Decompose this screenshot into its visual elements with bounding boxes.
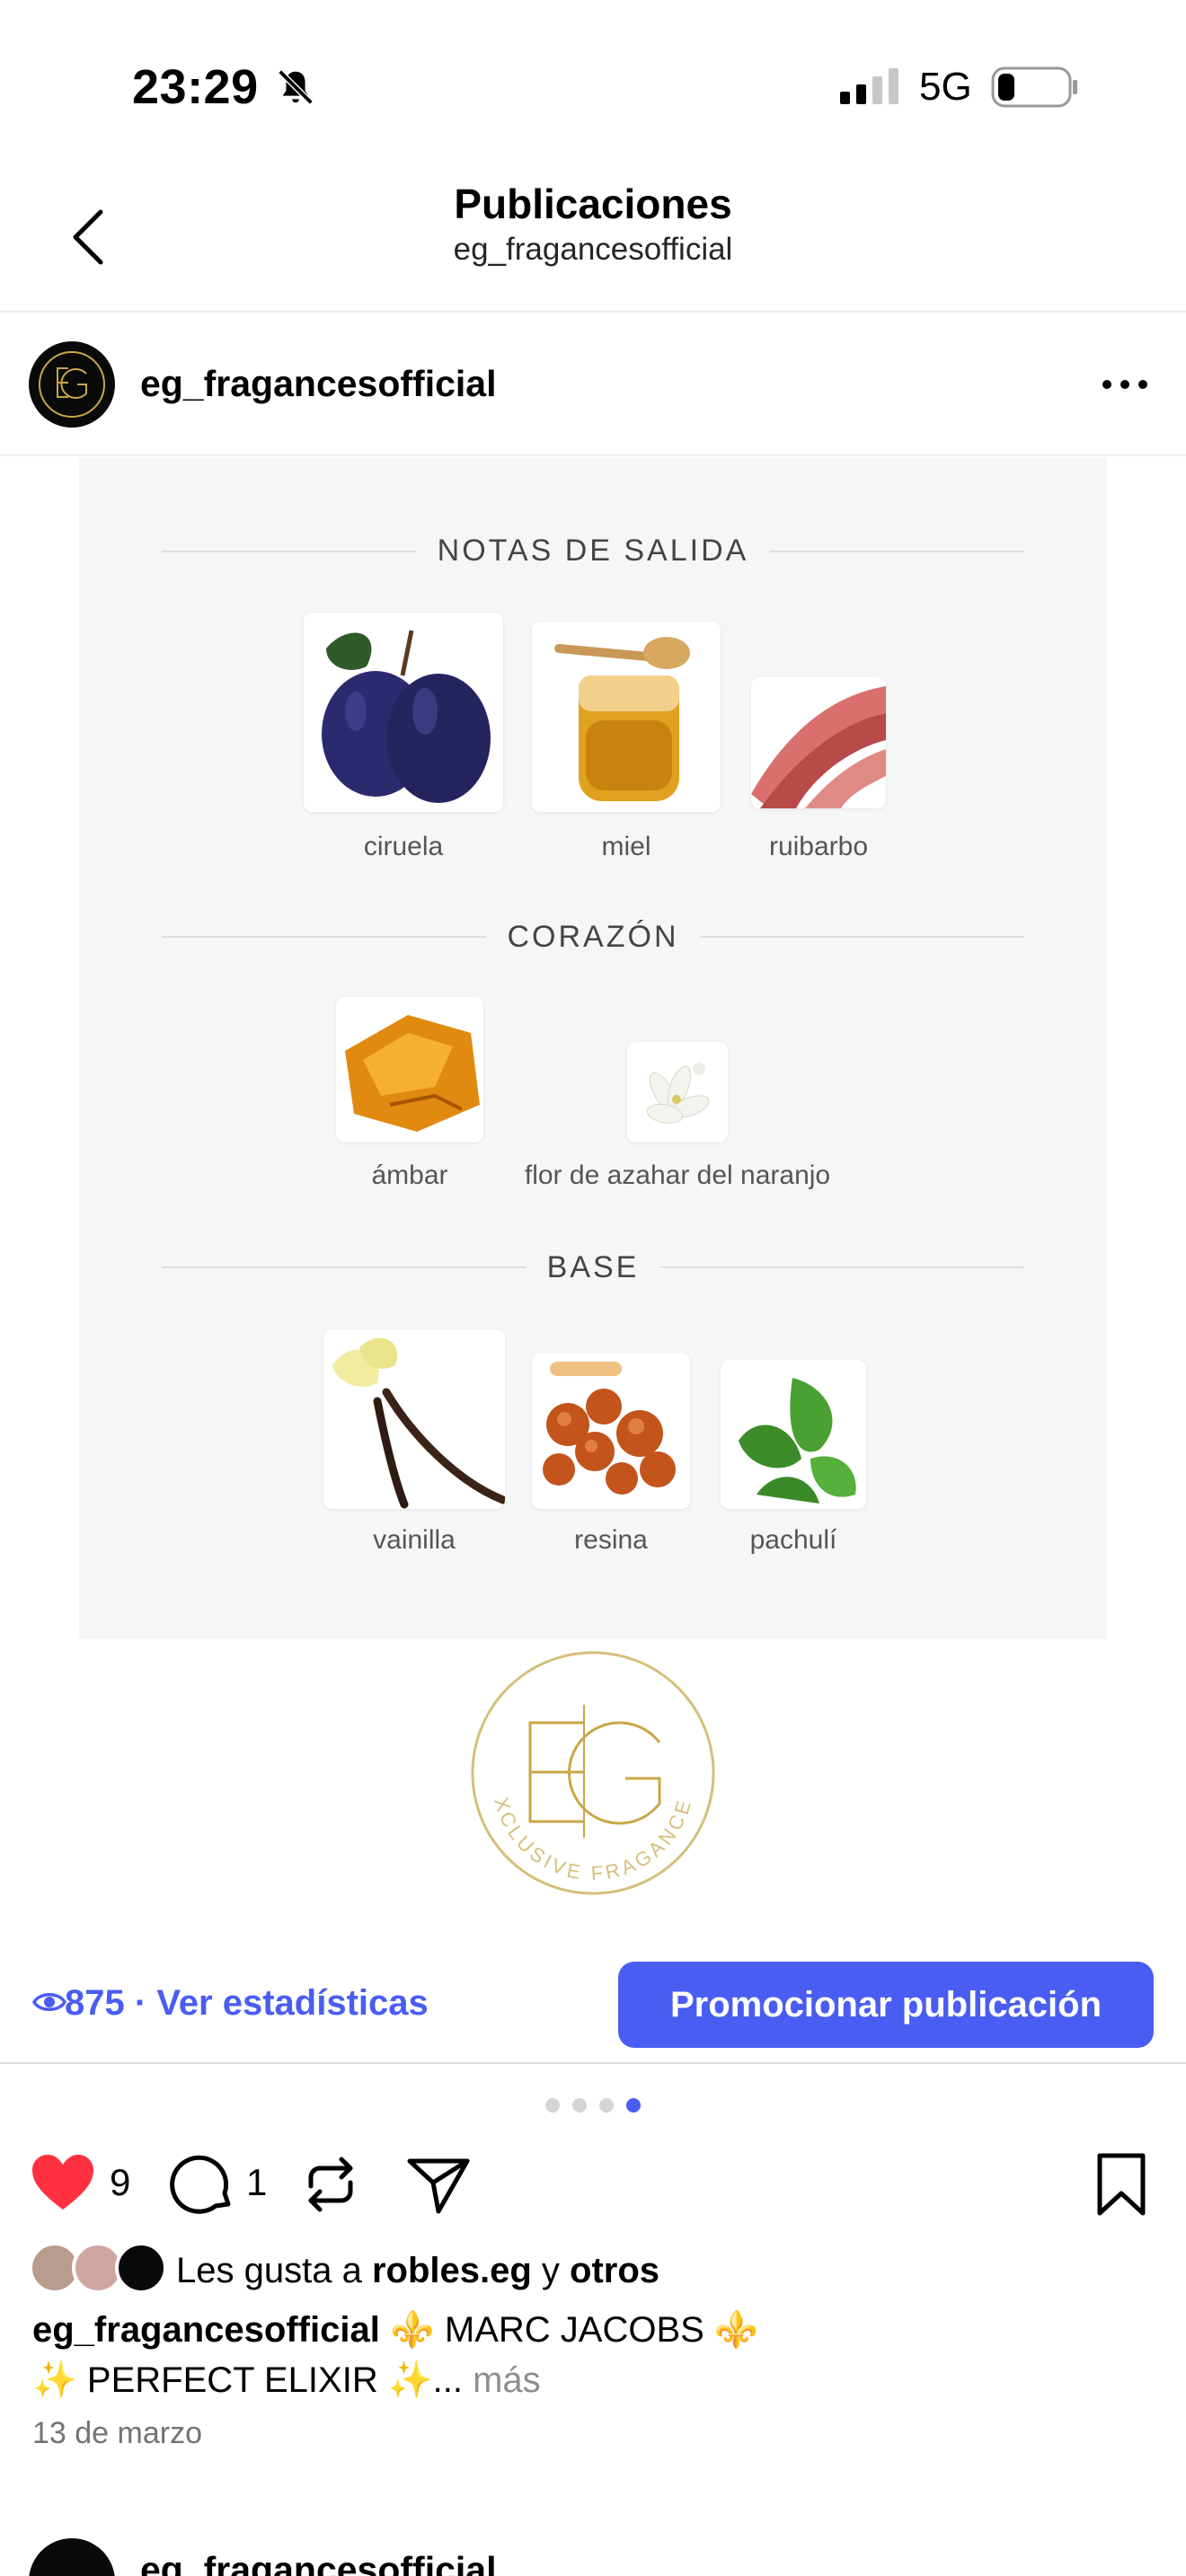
carousel-dot-active bbox=[626, 2098, 641, 2113]
bell-slash-icon bbox=[278, 69, 314, 105]
liker-avatar bbox=[115, 2242, 167, 2294]
note-label: ciruela bbox=[363, 832, 444, 861]
eg-brand-logo: EXCLUSIVE FRAGANCES bbox=[465, 1645, 715, 1895]
section-title: BASE bbox=[79, 1250, 1107, 1285]
post-caption[interactable]: eg_fragancesofficial ⚜️ MARC JACOBS ⚜️ ✨… bbox=[32, 2305, 1155, 2405]
status-time: 23:29 bbox=[132, 60, 259, 114]
post-username[interactable]: eg_fragancesofficial bbox=[140, 363, 497, 405]
note-label: miel bbox=[601, 832, 651, 861]
note-label: flor de azahar del naranjo bbox=[524, 1160, 831, 1190]
carousel-indicator bbox=[0, 2098, 1186, 2116]
bookmark-icon[interactable] bbox=[1087, 2150, 1155, 2219]
section-title: NOTAS DE SALIDA bbox=[79, 534, 1107, 569]
section-title: CORAZÓN bbox=[79, 920, 1107, 955]
heart-icon[interactable] bbox=[29, 2150, 97, 2219]
likes-row[interactable]: Les gusta a robles.eg y otros bbox=[29, 2240, 1152, 2303]
likes-text[interactable]: Les gusta a robles.eg y otros bbox=[176, 2251, 659, 2291]
more-options-icon[interactable]: ••• bbox=[1102, 2565, 1150, 2576]
post-date: 13 de marzo bbox=[32, 2416, 202, 2450]
signal-icon bbox=[840, 68, 898, 104]
eg-logo-icon bbox=[39, 351, 105, 418]
next-post-header: eg_fragancesofficial ••• bbox=[0, 2533, 1186, 2576]
note-image-ambar bbox=[336, 997, 483, 1142]
comment-icon[interactable] bbox=[169, 2150, 237, 2219]
avatar[interactable] bbox=[29, 341, 115, 428]
eye-icon bbox=[32, 1993, 66, 2011]
note-image-vainilla bbox=[323, 1329, 505, 1509]
post-username[interactable]: eg_fragancesofficial bbox=[140, 2549, 497, 2576]
nav-header: Publicaciones eg_fragancesofficial bbox=[0, 171, 1186, 313]
status-bar: 23:29 5G bbox=[0, 0, 1186, 171]
avatar[interactable] bbox=[29, 2538, 115, 2576]
page-title: Publicaciones bbox=[454, 181, 732, 227]
post-actions: 9 1 bbox=[0, 2145, 1186, 2235]
stats-row: 875 · Ver estadísticas Promocionar publi… bbox=[0, 1940, 1186, 2064]
note-image-azahar bbox=[627, 1042, 728, 1142]
notes-card: NOTAS DE SALIDA ciruela miel ruibarbo CO… bbox=[79, 458, 1107, 1639]
note-label: vainilla bbox=[373, 1525, 456, 1555]
likes-count[interactable]: 9 bbox=[110, 2161, 130, 2204]
note-image-ruibarbo bbox=[751, 677, 886, 808]
note-image-resina bbox=[532, 1353, 690, 1509]
page-subtitle: eg_fragancesofficial bbox=[453, 232, 733, 267]
note-label: pachulí bbox=[749, 1525, 837, 1555]
note-label: ruibarbo bbox=[768, 832, 869, 861]
more-options-icon[interactable] bbox=[1096, 365, 1154, 404]
carousel-dot bbox=[599, 2098, 614, 2113]
comments-count[interactable]: 1 bbox=[246, 2161, 267, 2204]
promote-button[interactable]: Promocionar publicación bbox=[618, 1962, 1154, 2048]
note-image-ciruela bbox=[304, 613, 503, 812]
post-header: eg_fragancesofficial bbox=[0, 314, 1186, 456]
post-image[interactable]: NOTAS DE SALIDA ciruela miel ruibarbo CO… bbox=[0, 458, 1186, 1940]
carousel-dot bbox=[545, 2098, 560, 2113]
caption-username[interactable]: eg_fragancesofficial bbox=[32, 2310, 380, 2350]
carousel-dot bbox=[572, 2098, 587, 2113]
repost-icon[interactable] bbox=[296, 2150, 365, 2219]
battery-icon bbox=[991, 66, 1077, 108]
note-image-pachuli bbox=[721, 1360, 866, 1509]
note-label: resina bbox=[574, 1525, 648, 1555]
share-icon[interactable] bbox=[404, 2150, 473, 2219]
note-label: ámbar bbox=[371, 1160, 448, 1190]
more-link[interactable]: más bbox=[473, 2360, 541, 2400]
network-label: 5G bbox=[919, 65, 972, 109]
note-image-miel bbox=[532, 622, 721, 812]
view-stats-link[interactable]: 875 · Ver estadísticas bbox=[65, 1983, 429, 2024]
